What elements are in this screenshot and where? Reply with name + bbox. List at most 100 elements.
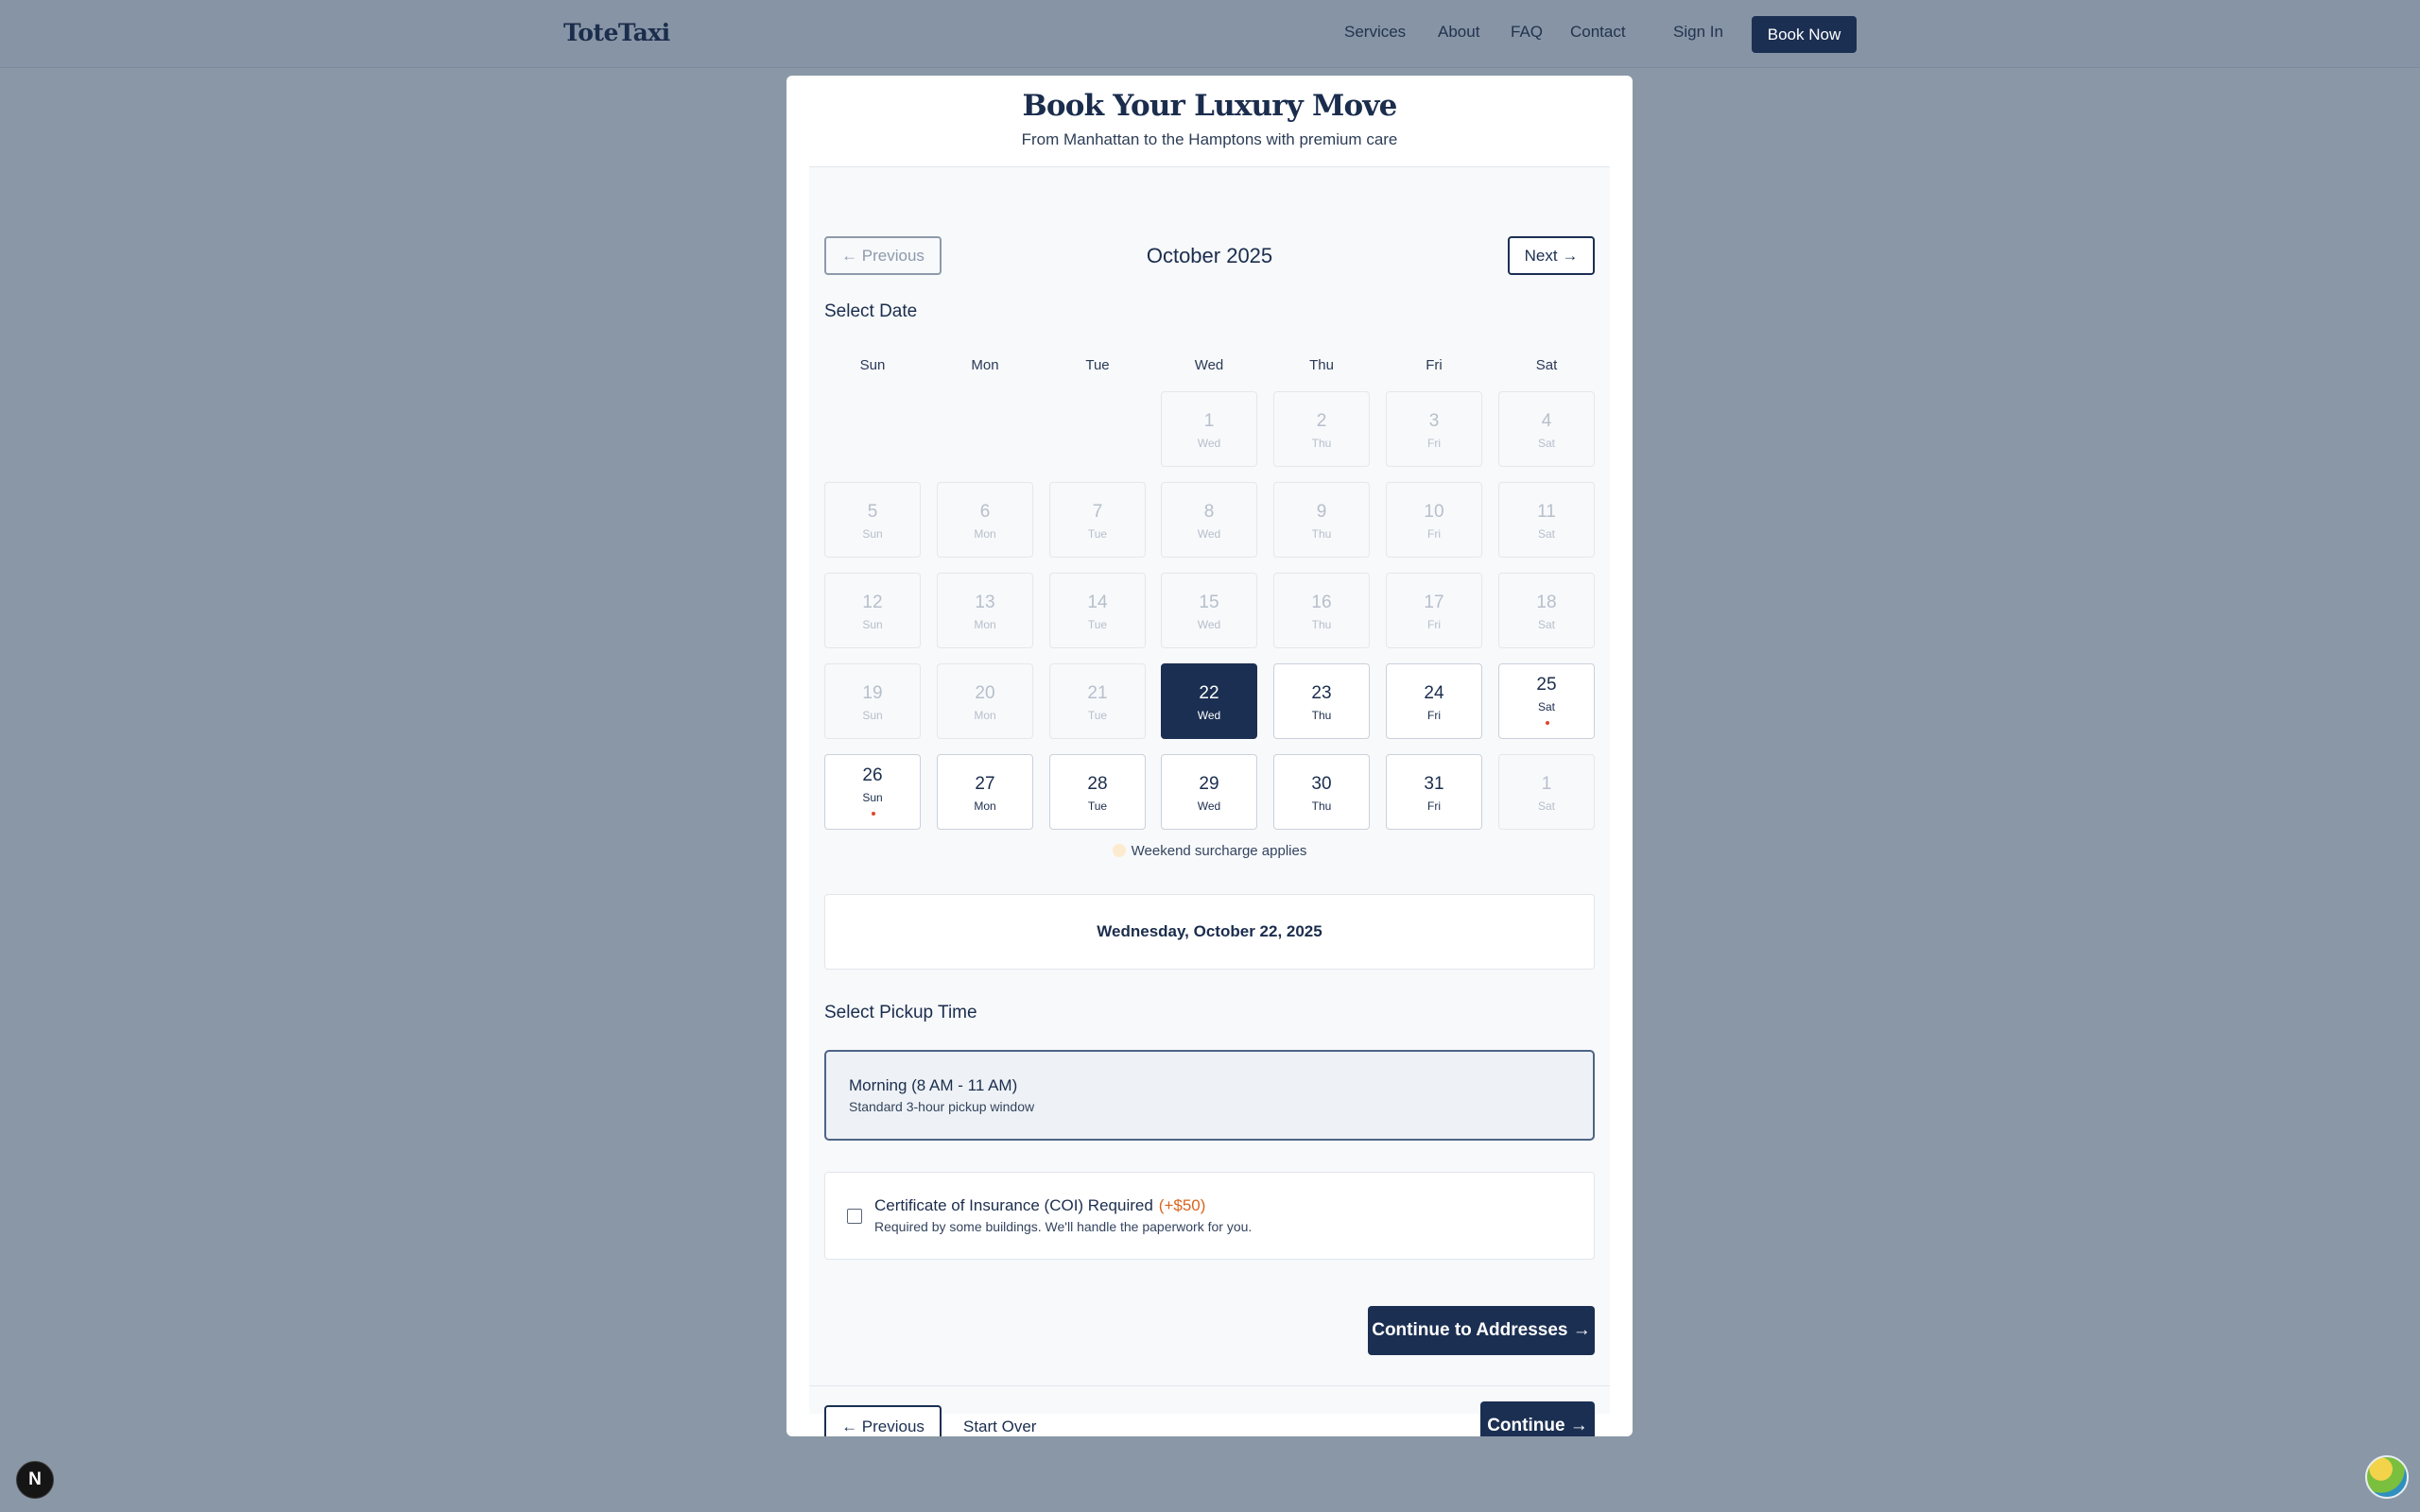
coi-title: Certificate of Insurance (COI) Required (… [874, 1196, 1205, 1215]
calendar-day: 20 Mon [937, 663, 1033, 739]
calendar-day-number: 17 [1424, 593, 1444, 612]
calendar-day-number: 15 [1199, 593, 1219, 612]
coi-option[interactable]: Certificate of Insurance (COI) Required (… [824, 1172, 1595, 1260]
calendar-day-weekday: Mon [974, 527, 996, 541]
calendar-day-number: 11 [1537, 502, 1556, 522]
calendar-day-weekday: Thu [1311, 437, 1332, 450]
continue-to-addresses-button[interactable]: Continue to Addresses → [1368, 1306, 1595, 1355]
weekday-sat: Sat [1535, 357, 1558, 373]
nav-link-about[interactable]: About [1438, 23, 1479, 42]
calendar-day-number: 27 [975, 774, 995, 794]
calendar-day-weekday: Sat [1537, 618, 1555, 631]
calendar-day-weekday: Sat [1537, 799, 1555, 813]
calendar-day: 7 Tue [1049, 482, 1146, 558]
calendar-day: 11 Sat [1498, 482, 1595, 558]
calendar-day-number: 1 [1541, 774, 1552, 794]
calendar-day: 1 Wed [1161, 391, 1257, 467]
calendar-day-weekday: Sat [1537, 700, 1555, 713]
calendar-day[interactable]: 24 Fri [1386, 663, 1482, 739]
calendar-day[interactable]: 22 Wed [1161, 663, 1257, 739]
calendar-day-number: 4 [1541, 411, 1552, 431]
calendar-day: 10 Fri [1386, 482, 1482, 558]
calendar-day-number: 3 [1428, 411, 1440, 431]
continue-button[interactable]: Continue → [1480, 1401, 1595, 1436]
modal-header: Book Your Luxury Move From Manhattan to … [786, 76, 1633, 166]
calendar-day-number: 14 [1087, 593, 1108, 612]
calendar-day-weekday: Thu [1311, 618, 1332, 631]
calendar-day-number: 21 [1087, 683, 1108, 703]
calendar-day: 2 Thu [1273, 391, 1370, 467]
selected-date-display: Wednesday, October 22, 2025 [824, 894, 1595, 970]
calendar-day-weekday: Wed [1197, 618, 1221, 631]
calendar-day-weekday: Fri [1427, 618, 1441, 631]
calendar-month-title: October 2025 [1146, 244, 1273, 267]
calendar-day[interactable]: 30 Thu [1273, 754, 1370, 830]
calendar-day-number: 16 [1311, 593, 1332, 612]
calendar-day[interactable]: 25 Sat [1498, 663, 1595, 739]
calendar-day-weekday: Sat [1537, 437, 1555, 450]
calendar-day[interactable]: 29 Wed [1161, 754, 1257, 830]
select-pickup-time-label: Select Pickup Time [824, 1003, 977, 1022]
weekday-tue: Tue [1085, 357, 1110, 373]
weekday-thu: Thu [1309, 357, 1334, 373]
coi-title-text: Certificate of Insurance (COI) Required [874, 1196, 1153, 1214]
calendar-day-weekday: Wed [1197, 709, 1221, 722]
calendar-day: 6 Mon [937, 482, 1033, 558]
calendar-day-weekday: Tue [1087, 618, 1108, 631]
calendar-day-weekday: Mon [974, 799, 996, 813]
next-month-button[interactable]: Next → [1508, 236, 1595, 275]
surcharge-legend-text: Weekend surcharge applies [1131, 843, 1307, 859]
booking-step-panel[interactable]: ← Previous October 2025 Next → Select Da… [809, 166, 1610, 1436]
nav-link-contact[interactable]: Contact [1570, 23, 1626, 42]
calendar-day-number: 5 [867, 502, 878, 522]
calendar-day: 15 Wed [1161, 573, 1257, 648]
calendar-day-weekday: Thu [1311, 799, 1332, 813]
calendar-day-number: 28 [1087, 774, 1108, 794]
start-over-button[interactable]: Start Over [963, 1418, 1036, 1436]
calendar-day-weekday: Thu [1311, 527, 1332, 541]
calendar-day-weekday: Tue [1087, 799, 1108, 813]
calendar-day[interactable]: 28 Tue [1049, 754, 1146, 830]
calendar-day: 1 Sat [1498, 754, 1595, 830]
calendar-day-weekday: Mon [974, 709, 996, 722]
pickup-time-option-morning[interactable]: Morning (8 AM - 11 AM) Standard 3-hour p… [824, 1050, 1595, 1141]
nav-link-services[interactable]: Services [1344, 23, 1406, 42]
calendar-day-weekday: Wed [1197, 799, 1221, 813]
pickup-option-description: Standard 3-hour pickup window [849, 1099, 1035, 1114]
calendar-day-weekday: Sun [862, 791, 883, 804]
calendar-day[interactable]: 26 Sun [824, 754, 921, 830]
calendar-day-weekday: Fri [1427, 799, 1441, 813]
book-now-button[interactable]: Book Now [1752, 16, 1857, 53]
calendar-day-weekday: Fri [1427, 709, 1441, 722]
surcharge-legend-dot [1112, 844, 1126, 857]
calendar-day[interactable]: 31 Fri [1386, 754, 1482, 830]
calendar-day[interactable]: 27 Mon [937, 754, 1033, 830]
assistant-avatar[interactable] [2365, 1455, 2409, 1499]
calendar-day-number: 30 [1311, 774, 1332, 794]
calendar-day-weekday: Wed [1197, 437, 1221, 450]
calendar-day: 5 Sun [824, 482, 921, 558]
calendar-day-number: 22 [1199, 683, 1219, 703]
dev-tools-badge[interactable]: N [16, 1461, 54, 1499]
calendar-day-weekday: Fri [1427, 437, 1441, 450]
calendar-day-number: 24 [1424, 683, 1444, 703]
sign-in-link[interactable]: Sign In [1673, 23, 1723, 42]
surcharge-dot [1546, 721, 1549, 725]
calendar-day[interactable]: 23 Thu [1273, 663, 1370, 739]
surcharge-legend: Weekend surcharge applies [809, 843, 1610, 864]
coi-checkbox[interactable] [847, 1209, 862, 1224]
nav-link-faq[interactable]: FAQ [1511, 23, 1543, 42]
calendar-day-number: 12 [862, 593, 883, 612]
calendar-day: 4 Sat [1498, 391, 1595, 467]
calendar-day: 12 Sun [824, 573, 921, 648]
calendar-day-number: 19 [862, 683, 883, 703]
calendar-day: 16 Thu [1273, 573, 1370, 648]
calendar-day-number: 26 [862, 765, 883, 785]
calendar-day-number: 29 [1199, 774, 1219, 794]
calendar-day: 13 Mon [937, 573, 1033, 648]
coi-price: (+$50) [1158, 1196, 1206, 1214]
calendar-day-weekday: Sun [862, 618, 883, 631]
calendar-day: 18 Sat [1498, 573, 1595, 648]
calendar-day-weekday: Tue [1087, 709, 1108, 722]
previous-step-button[interactable]: ← Previous [824, 1405, 942, 1436]
